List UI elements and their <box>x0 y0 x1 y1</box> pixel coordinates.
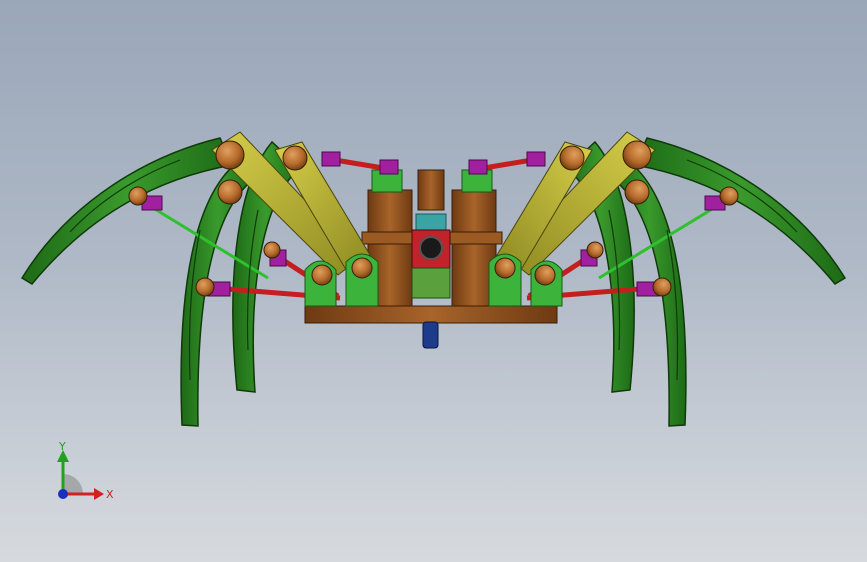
z-axis-dot <box>58 489 68 499</box>
joint-right-8[interactable] <box>494 257 516 279</box>
clip-right-5[interactable] <box>468 159 488 175</box>
joint-right-7[interactable] <box>534 264 556 286</box>
teal-block[interactable] <box>415 213 447 231</box>
camera-lens[interactable] <box>419 236 443 260</box>
joint-left-3[interactable] <box>282 145 308 171</box>
cad-viewport[interactable]: Y X <box>0 0 867 562</box>
joint-left-2[interactable] <box>217 179 243 205</box>
joint-left-1[interactable] <box>215 140 245 170</box>
body-block-top[interactable] <box>417 169 445 211</box>
lower-green-block[interactable] <box>411 267 451 299</box>
clip-left-5[interactable] <box>379 159 399 175</box>
joint-left-8[interactable] <box>351 257 373 279</box>
joint-left-6[interactable] <box>263 241 281 259</box>
joint-right-3[interactable] <box>559 145 585 171</box>
joint-right-6[interactable] <box>586 241 604 259</box>
y-axis-label: Y <box>58 440 66 453</box>
joint-left-5[interactable] <box>195 277 215 297</box>
clip-right-4[interactable] <box>526 151 546 167</box>
joint-left-7[interactable] <box>311 264 333 286</box>
orientation-triad[interactable]: Y X <box>40 438 120 518</box>
clip-left-4[interactable] <box>321 151 341 167</box>
joint-right-1[interactable] <box>622 140 652 170</box>
joint-right-2[interactable] <box>624 179 650 205</box>
x-axis-label: X <box>106 488 114 501</box>
left-legs[interactable] <box>20 131 399 427</box>
joint-right-4[interactable] <box>719 186 739 206</box>
base-plate[interactable] <box>304 305 558 324</box>
x-axis-arrow-icon <box>94 488 104 500</box>
right-legs[interactable] <box>468 131 847 427</box>
spider-robot-model[interactable] <box>0 0 867 562</box>
joint-right-5[interactable] <box>652 277 672 297</box>
joint-left-4[interactable] <box>128 186 148 206</box>
blue-base-post[interactable] <box>422 321 439 349</box>
